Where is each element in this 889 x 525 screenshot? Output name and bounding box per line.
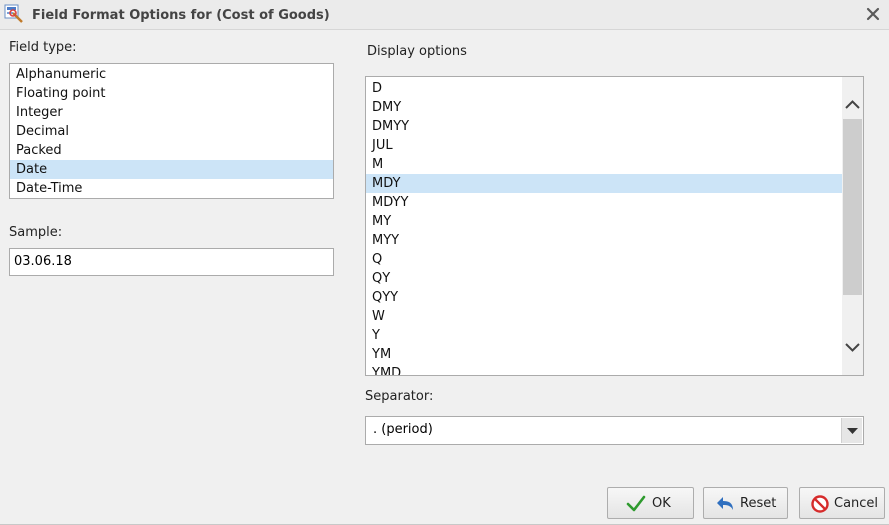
field-type-item-date[interactable]: Date (10, 160, 333, 179)
display-options-list[interactable]: D DMY DMYY JUL M MDY MDYY MY MYY Q QY QY… (365, 76, 864, 376)
display-option-my[interactable]: MY (366, 212, 843, 231)
display-option-myy[interactable]: MYY (366, 231, 843, 250)
sample-field[interactable]: 03.06.18 (9, 248, 334, 276)
scroll-up-icon[interactable] (842, 95, 863, 115)
field-type-item-floating-point[interactable]: Floating point (10, 84, 333, 103)
cancel-button[interactable]: Cancel (799, 487, 885, 519)
sample-label: Sample: (9, 225, 63, 240)
ok-button[interactable]: OK (607, 487, 694, 519)
display-option-mdy[interactable]: MDY (366, 174, 843, 193)
field-type-item-alphanumeric[interactable]: Alphanumeric (10, 65, 333, 84)
cancel-icon (811, 495, 829, 513)
field-format-dialog: Field Format Options for (Cost of Goods)… (0, 0, 889, 525)
display-option-ymd[interactable]: YMD (366, 364, 843, 375)
separator-label: Separator: (365, 389, 434, 404)
scroll-thumb[interactable] (843, 119, 862, 295)
cancel-label: Cancel (834, 496, 879, 511)
reset-label: Reset (740, 496, 777, 511)
reset-button[interactable]: Reset (703, 487, 788, 519)
display-option-jul[interactable]: JUL (366, 136, 843, 155)
separator-select[interactable]: . (period) (365, 416, 864, 445)
display-option-qy[interactable]: QY (366, 269, 843, 288)
title-bar: Field Format Options for (Cost of Goods) (0, 0, 889, 30)
display-option-dmy[interactable]: DMY (366, 98, 843, 117)
display-options-scrollbar[interactable] (842, 77, 863, 375)
display-options-label: Display options (367, 44, 467, 59)
separator-dropdown-button[interactable] (841, 418, 862, 443)
display-option-w[interactable]: W (366, 307, 843, 326)
display-option-m[interactable]: M (366, 155, 843, 174)
field-format-icon (4, 4, 23, 23)
checkmark-icon (626, 495, 646, 512)
display-option-qyy[interactable]: QYY (366, 288, 843, 307)
display-option-dmyy[interactable]: DMYY (366, 117, 843, 136)
display-option-ym[interactable]: YM (366, 345, 843, 364)
display-option-mdyy[interactable]: MDYY (366, 193, 843, 212)
field-type-item-packed[interactable]: Packed (10, 141, 333, 160)
field-type-list[interactable]: Alphanumeric Floating point Integer Deci… (9, 63, 334, 199)
display-option-q[interactable]: Q (366, 250, 843, 269)
ok-label: OK (652, 496, 671, 511)
chevron-down-icon (847, 428, 858, 434)
display-option-y[interactable]: Y (366, 326, 843, 345)
undo-arrow-icon (717, 497, 733, 510)
window-title: Field Format Options for (Cost of Goods) (32, 8, 330, 23)
field-type-item-decimal[interactable]: Decimal (10, 122, 333, 141)
separator-value: . (period) (373, 422, 433, 437)
field-type-item-integer[interactable]: Integer (10, 103, 333, 122)
scroll-down-icon[interactable] (842, 337, 863, 357)
display-option-d[interactable]: D (366, 79, 843, 98)
close-icon[interactable] (865, 6, 881, 22)
field-type-item-date-time[interactable]: Date-Time (10, 179, 333, 198)
field-type-label: Field type: (9, 40, 77, 55)
